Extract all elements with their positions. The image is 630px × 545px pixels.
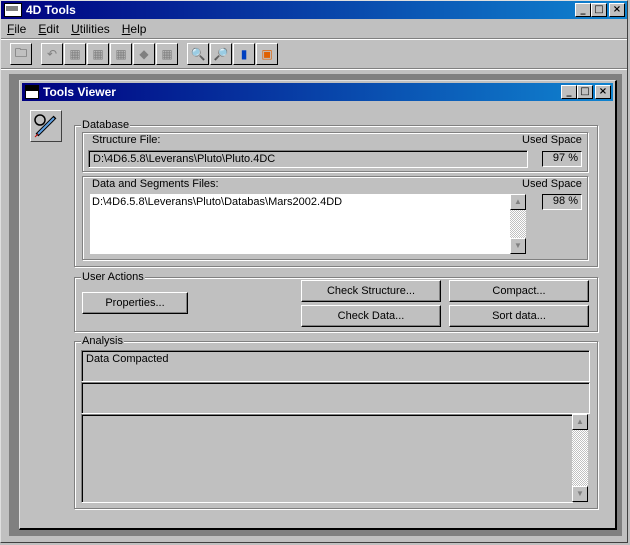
tool-3-button[interactable]: ▦ <box>110 43 132 65</box>
app-title-bar[interactable]: 4D Tools _ □ × <box>1 1 627 19</box>
tool-4-icon: ◆ <box>139 47 149 61</box>
open-folder-icon: 🗀 <box>14 45 27 60</box>
structure-file-path: D:\4D6.5.8\Leverans\Pluto\Pluto.4DC <box>88 150 528 168</box>
maximize-button[interactable]: □ <box>591 3 607 17</box>
database-cart-icon: ▮ <box>240 47 248 61</box>
close-icon: × <box>598 86 608 97</box>
open-button[interactable]: 🗀 <box>10 43 32 65</box>
structure-file-label: Structure File: <box>92 134 161 146</box>
search-button[interactable]: 🔎 <box>210 43 232 65</box>
maximize-icon: □ <box>580 86 590 97</box>
app-title: 4D Tools <box>26 3 76 17</box>
analysis-status-line-1: Data Compacted <box>81 350 590 382</box>
maximize-icon: □ <box>594 4 604 15</box>
properties-button[interactable]: Properties... <box>82 292 188 314</box>
analysis-label: Analysis <box>81 335 124 347</box>
arrow-up-icon: ▲ <box>576 417 584 426</box>
scroll-down-button[interactable]: ▼ <box>510 238 526 254</box>
arrow-down-icon: ▼ <box>514 241 522 250</box>
check-button[interactable]: 🔍 <box>187 43 209 65</box>
sort-data-button[interactable]: Sort data... <box>449 305 589 327</box>
search-magnifier-icon: 🔎 <box>213 47 229 61</box>
structure-used-space-value: 97 % <box>542 151 582 167</box>
compact-button[interactable]: Compact... <box>449 280 589 302</box>
tool-4-button[interactable]: ◆ <box>133 43 155 65</box>
menu-help[interactable]: Help <box>122 22 147 36</box>
toolbar-separator <box>1 68 627 70</box>
toolbar: 🗀 ↶ ▦ ▦ ▦ ◆ ▦ 🔍 🔎 ▮ ▣ <box>1 40 627 68</box>
menu-file[interactable]: File <box>7 22 26 36</box>
tool-1-button[interactable]: ▦ <box>64 43 86 65</box>
child-title-bar[interactable]: Tools Viewer _ □ × <box>22 83 613 101</box>
arrow-down-icon: ▼ <box>576 489 584 498</box>
4d-tools-app-icon <box>4 3 22 17</box>
stethoscope-syringe-icon[interactable] <box>30 110 62 142</box>
user-actions-label: User Actions <box>81 271 145 283</box>
close-button[interactable]: × <box>609 3 625 17</box>
minimize-icon: _ <box>580 4 586 15</box>
data-used-space-label: Used Space <box>522 178 582 190</box>
minimize-button[interactable]: _ <box>575 3 591 17</box>
backup-button[interactable]: ▣ <box>256 43 278 65</box>
tool-1-icon: ▦ <box>69 47 81 61</box>
undo-icon: ↶ <box>46 47 58 61</box>
tool-2-button[interactable]: ▦ <box>87 43 109 65</box>
menu-utilities[interactable]: Utilities <box>71 22 110 36</box>
database-button[interactable]: ▮ <box>233 43 255 65</box>
tool-3-icon: ▦ <box>115 47 127 61</box>
child-title: Tools Viewer <box>43 85 116 99</box>
arrow-up-icon: ▲ <box>514 197 522 206</box>
analysis-status-line-2 <box>81 382 590 414</box>
analysis-scroll-up-button[interactable]: ▲ <box>572 414 588 430</box>
child-close-button[interactable]: × <box>595 85 611 99</box>
data-files-label: Data and Segments Files: <box>92 178 219 190</box>
data-file-item[interactable]: D:\4D6.5.8\Leverans\Pluto\Databas\Mars20… <box>90 194 510 210</box>
minimize-icon: _ <box>566 86 572 97</box>
structure-used-space-label: Used Space <box>522 134 582 146</box>
scroll-up-button[interactable]: ▲ <box>510 194 526 210</box>
tool-5-icon: ▦ <box>161 47 173 61</box>
analysis-scrollbar[interactable]: ▲ ▼ <box>572 414 588 502</box>
database-group-label: Database <box>81 119 131 131</box>
menubar: File Edit Utilities Help <box>1 19 627 38</box>
check-structure-button[interactable]: Check Structure... <box>301 280 441 302</box>
close-icon: × <box>612 4 622 15</box>
data-files-list[interactable]: D:\4D6.5.8\Leverans\Pluto\Databas\Mars20… <box>90 194 510 254</box>
data-files-scrollbar[interactable]: ▲ ▼ <box>510 194 526 254</box>
tool-2-icon: ▦ <box>92 47 104 61</box>
analysis-details-area[interactable] <box>81 414 573 503</box>
backup-icon: ▣ <box>261 47 273 61</box>
check-magnifier-icon: 🔍 <box>190 47 206 61</box>
analysis-scroll-down-button[interactable]: ▼ <box>572 486 588 502</box>
child-minimize-button[interactable]: _ <box>561 85 577 99</box>
child-maximize-button[interactable]: □ <box>577 85 593 99</box>
tools-viewer-icon <box>25 85 39 99</box>
menu-edit[interactable]: Edit <box>38 22 59 36</box>
tool-5-button[interactable]: ▦ <box>156 43 178 65</box>
check-data-button[interactable]: Check Data... <box>301 305 441 327</box>
undo-button[interactable]: ↶ <box>41 43 63 65</box>
data-used-space-value: 98 % <box>542 194 582 210</box>
